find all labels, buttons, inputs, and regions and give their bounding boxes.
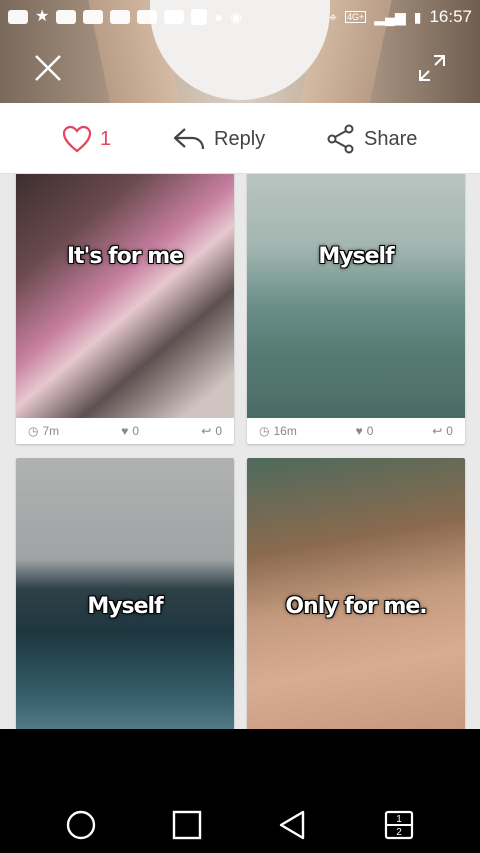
screen: ★ ● ◉ ⌖ 4G+ ▂▄▆ ▮ 16:57 1 Reply Share It… [0, 0, 480, 853]
dual-window-icon: 1 2 [384, 810, 414, 840]
reply-icon: ↩ [432, 424, 443, 438]
youtube-icon [83, 10, 104, 24]
share-button[interactable]: Share [326, 121, 417, 157]
expand-icon [419, 55, 445, 81]
related-posts-grid: It's for me ◷ 7m ♥ 0 ↩ 0 Myself ◷ 16m ♥ 0 ↩ 0 … [0, 174, 480, 729]
navigation-bar: 1 2 [0, 729, 480, 853]
share-icon [327, 124, 354, 154]
dual-window-button[interactable]: 1 2 [381, 807, 417, 843]
post-caption: Myself [318, 244, 394, 269]
time-value: 7m [42, 424, 60, 438]
heart-icon [62, 125, 92, 153]
like-count: 1 [100, 127, 112, 150]
post-card[interactable]: Myself [16, 458, 234, 729]
hearts-value: 0 [366, 424, 374, 438]
heart-icon: ♥ [121, 424, 129, 438]
post-hearts: ♥ 0 [121, 424, 139, 438]
replies-value: 0 [446, 424, 453, 438]
youtube-icon [137, 10, 158, 24]
home-button[interactable] [63, 807, 99, 843]
vpn-icon: ◉ [229, 8, 243, 25]
notification-icons: ★ ● ◉ [8, 9, 242, 26]
system-icons: ⌖ 4G+ ▂▄▆ ▮ 16:57 [329, 7, 472, 27]
image-icon [191, 9, 208, 25]
back-triangle-icon [279, 810, 305, 840]
post-hearts: ♥ 0 [356, 424, 374, 438]
battery-icon: ▮ [413, 8, 422, 25]
share-label: Share [364, 127, 418, 150]
reply-icon: ↩ [201, 424, 212, 438]
post-image: Myself [16, 458, 234, 729]
home-circle-icon [66, 810, 96, 840]
hearts-value: 0 [132, 424, 140, 438]
clock: 16:57 [429, 7, 472, 26]
youtube-icon [56, 10, 77, 24]
messaging-icon [8, 10, 28, 24]
post-caption: It's for me [66, 244, 184, 269]
close-icon [35, 55, 61, 81]
signal-icon: ▂▄▆ [374, 8, 406, 25]
post-image: Myself [247, 174, 465, 418]
reply-icon [173, 128, 205, 150]
expand-button[interactable] [414, 50, 450, 86]
post-time: ◷ 16m [259, 424, 297, 438]
time-value: 16m [273, 424, 297, 438]
heart-icon: ♥ [355, 424, 363, 438]
replies-value: 0 [215, 424, 222, 438]
reply-button[interactable]: Reply [172, 121, 265, 157]
star-icon: ★ [35, 8, 50, 25]
status-bar: ★ ● ◉ ⌖ 4G+ ▂▄▆ ▮ 16:57 [0, 0, 480, 34]
youtube-icon [110, 10, 131, 24]
post-replies: ↩ 0 [432, 424, 453, 438]
recents-square-icon [172, 810, 202, 840]
location-icon: ⌖ [329, 8, 338, 25]
clock-icon: ◷ [259, 424, 270, 438]
network-type: 4G+ [345, 11, 367, 23]
reply-label: Reply [214, 127, 266, 150]
dual-window-top-number: 1 [396, 814, 402, 825]
post-image: Only for me. [247, 458, 465, 729]
post-caption: Only for me. [285, 594, 427, 619]
post-caption: Myself [87, 594, 163, 619]
drop-icon: ● [214, 9, 223, 25]
post-meta: ◷ 7m ♥ 0 ↩ 0 [16, 418, 234, 444]
dual-window-bottom-number: 2 [396, 827, 402, 838]
close-button[interactable] [30, 50, 66, 86]
clock-icon: ◷ [28, 424, 39, 438]
post-meta: ◷ 16m ♥ 0 ↩ 0 [247, 418, 465, 444]
post-replies: ↩ 0 [201, 424, 222, 438]
back-button[interactable] [275, 807, 311, 843]
recents-button[interactable] [169, 807, 205, 843]
youtube-icon [164, 10, 185, 24]
action-bar: 1 Reply Share [0, 103, 480, 174]
post-image: It's for me [16, 174, 234, 418]
post-time: ◷ 7m [28, 424, 59, 438]
post-card[interactable]: Only for me. [247, 458, 465, 729]
post-card[interactable]: It's for me ◷ 7m ♥ 0 ↩ 0 [16, 174, 234, 444]
like-button[interactable]: 1 [62, 121, 111, 157]
post-card[interactable]: Myself ◷ 16m ♥ 0 ↩ 0 [247, 174, 465, 444]
